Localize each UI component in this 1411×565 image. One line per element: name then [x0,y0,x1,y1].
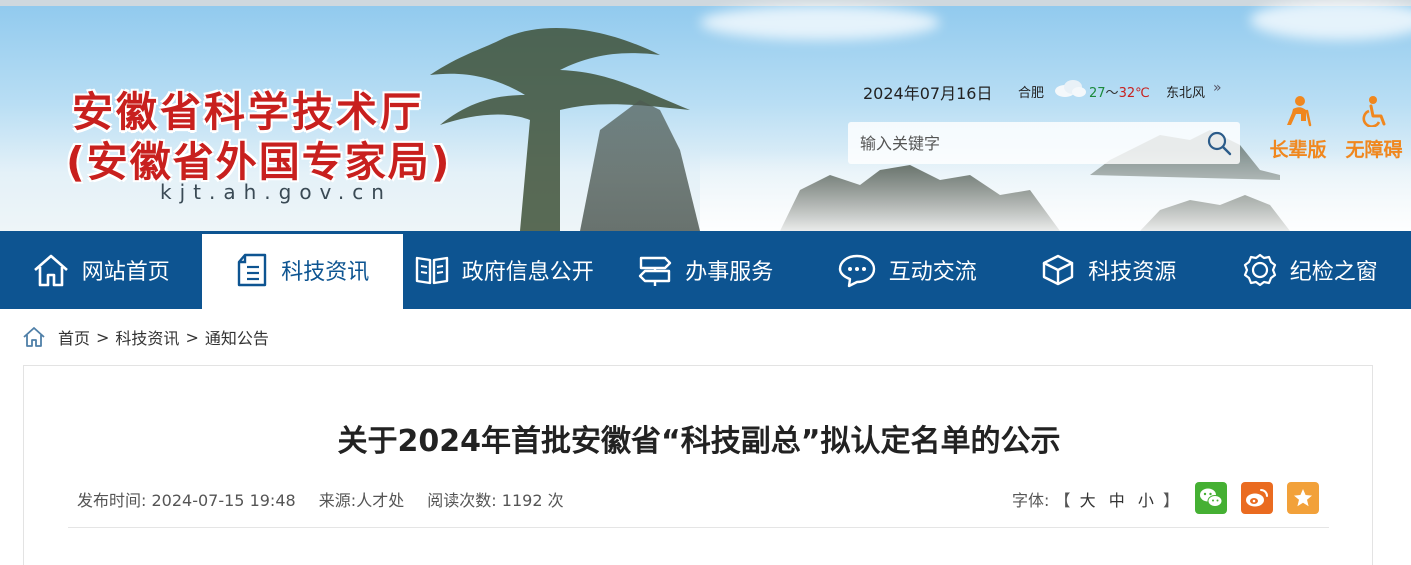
accessibility-label: 无障碍 [1345,139,1403,161]
current-date: 2024年07月16日 [863,84,993,103]
source-value: 人才处 [356,491,405,510]
breadcrumb-tech-news[interactable]: 科技资讯 [115,325,179,349]
nav-label: 科技资源 [1088,260,1177,285]
publish-value: 2024-07-15 19:48 [151,491,296,510]
breadcrumb-home[interactable]: 首页 [58,325,90,349]
font-large-option[interactable]: 大 [1080,491,1096,510]
breadcrumb: 首页 > 科技资讯 > 通知公告 [22,324,269,350]
book-icon [415,256,448,285]
nav-label: 互动交流 [888,260,977,285]
site-subtitle: (安徽省外国专家局) [66,138,452,186]
temp-separator: ～ [1105,86,1119,101]
weather-wind: 东北风 [1166,86,1206,101]
article-source: 来源:人才处 [319,491,404,510]
views-value: 1192 [501,491,543,510]
weather-city: 合肥 [1018,86,1045,101]
elder-icon [1287,96,1312,127]
nav-item-gov-info[interactable]: 政府信息公开 [403,231,605,309]
publish-label: 发布时间: [77,491,147,510]
nav-item-interaction[interactable]: 互动交流 [806,231,1008,309]
wechat-icon [1200,488,1223,507]
share-wechat-button[interactable] [1195,482,1227,514]
temp-low: 27 [1089,86,1106,101]
site-domain: kjt.ah.gov.cn [160,180,392,204]
views-unit: 次 [547,491,564,510]
favorite-icon [1294,489,1312,507]
search-icon[interactable] [1206,130,1232,156]
font-size-control: 字体: 【 大 中 小 】 [1012,487,1179,511]
cube-icon [1043,254,1074,286]
document-icon [238,253,267,287]
wheelchair-icon [1362,96,1386,128]
badge-icon [1243,253,1276,287]
nav-label: 政府信息公开 [461,260,594,285]
home-icon [33,254,68,287]
share-weibo-button[interactable] [1241,482,1273,514]
bracket-open: 【 [1054,491,1071,510]
weather-temperature: 27～32℃ [1089,82,1150,101]
search-box [848,122,1240,164]
font-small-option[interactable]: 小 [1138,491,1154,510]
bracket-close: 】 [1162,491,1179,510]
nav-item-services[interactable]: 办事服务 [605,231,807,309]
nav-label: 科技资讯 [281,260,370,285]
weibo-icon [1246,489,1268,507]
weather-more-link[interactable]: » [1213,80,1222,96]
nav-item-home[interactable]: 网站首页 [0,231,202,309]
nav-label: 纪检之窗 [1289,260,1378,285]
main-nav: 网站首页 科技资讯 政府信息公开 办事服务 互动交流 科技资源 纪检之窗 [0,231,1411,309]
font-size-label: 字体: [1012,491,1050,510]
breadcrumb-separator: > [96,327,110,347]
temp-high: 32℃ [1118,86,1150,101]
nav-label: 网站首页 [81,260,170,285]
article-title: 关于2024年首批安徽省“科技副总”拟认定名单的公示 [337,424,1061,459]
accessibility-button[interactable]: 无障碍 [1339,95,1409,162]
home-icon [23,327,45,347]
search-input[interactable] [848,122,1198,164]
cloud-decoration [700,5,940,40]
article-meta: 发布时间: 2024-07-15 19:48 来源:人才处 阅读次数: 1192… [77,487,582,511]
chat-icon [838,254,875,288]
breadcrumb-notices[interactable]: 通知公告 [205,325,269,349]
share-favorite-button[interactable] [1287,482,1319,514]
source-label: 来源: [318,491,357,510]
publish-time: 发布时间: 2024-07-15 19:48 [77,491,296,510]
nav-label: 办事服务 [685,260,774,285]
elder-mode-button[interactable]: 长辈版 [1263,95,1333,162]
font-medium-option[interactable]: 中 [1109,491,1125,510]
cloudy-icon [1055,80,1086,97]
nav-item-tech-news[interactable]: 科技资讯 [201,231,403,309]
breadcrumb-separator: > [185,327,199,347]
article-panel: 关于2024年首批安徽省“科技副总”拟认定名单的公示 发布时间: 2024-07… [23,365,1373,565]
nav-item-resources[interactable]: 科技资源 [1008,231,1210,309]
nav-item-discipline[interactable]: 纪检之窗 [1209,231,1411,309]
header-banner: 安徽省科学技术厅 (安徽省外国专家局) kjt.ah.gov.cn 2024年0… [0,0,1411,231]
meta-divider [68,527,1329,528]
view-count: 阅读次数: 1192 次 [427,491,563,510]
elder-mode-label: 长辈版 [1269,139,1327,161]
views-label: 阅读次数: [427,491,497,510]
signpost-icon [639,256,672,286]
